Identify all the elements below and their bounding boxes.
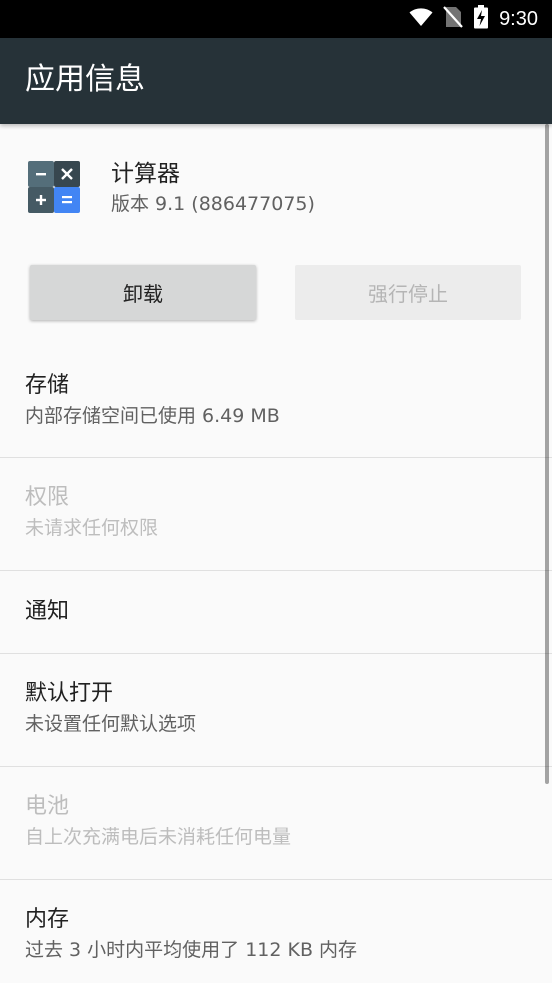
memory-subtitle: 过去 3 小时内平均使用了 112 KB 内存 — [25, 939, 358, 961]
permissions-subtitle: 未请求任何权限 — [25, 517, 159, 539]
battery-subtitle: 自上次充满电后未消耗任何电量 — [25, 826, 292, 848]
scrollbar[interactable] — [545, 124, 549, 784]
notifications-title: 通知 — [25, 599, 70, 624]
status-icons: 9:30 — [409, 0, 538, 38]
force-stop-button[interactable]: 强行停止 — [295, 265, 521, 320]
app-version: 版本 9.1 (886477075) — [111, 193, 315, 215]
page-title: 应用信息 — [25, 62, 145, 97]
storage-row[interactable]: 存储 内部存储空间已使用 6.49 MB — [0, 346, 552, 457]
open-by-default-title: 默认打开 — [25, 681, 114, 706]
battery-title: 电池 — [25, 794, 70, 819]
open-by-default-subtitle: 未设置任何默认选项 — [25, 713, 197, 735]
storage-title: 存储 — [25, 373, 70, 398]
uninstall-button[interactable]: 卸载 — [30, 265, 256, 320]
open-by-default-row[interactable]: 默认打开 未设置任何默认选项 — [0, 654, 552, 766]
app-header: 计算器 版本 9.1 (886477075) — [0, 124, 552, 254]
status-bar: 9:30 — [0, 0, 552, 38]
permissions-row[interactable]: 权限 未请求任何权限 — [0, 458, 552, 570]
battery-row[interactable]: 电池 自上次充满电后未消耗任何电量 — [0, 767, 552, 879]
battery-charging-icon — [473, 5, 489, 33]
calculator-icon — [28, 161, 80, 213]
app-bar: 应用信息 — [0, 38, 552, 124]
memory-title: 内存 — [25, 907, 70, 932]
app-info-content[interactable]: 计算器 版本 9.1 (886477075) 卸载 强行停止 存储 内部存储空间… — [0, 124, 552, 983]
notifications-row[interactable]: 通知 — [0, 571, 552, 653]
no-sim-icon — [443, 5, 463, 33]
permissions-title: 权限 — [25, 485, 70, 510]
storage-subtitle: 内部存储空间已使用 6.49 MB — [25, 405, 280, 427]
app-name: 计算器 — [111, 161, 180, 187]
memory-row[interactable]: 内存 过去 3 小时内平均使用了 112 KB 内存 — [0, 880, 552, 983]
status-time: 9:30 — [499, 7, 538, 30]
wifi-icon — [409, 7, 433, 31]
